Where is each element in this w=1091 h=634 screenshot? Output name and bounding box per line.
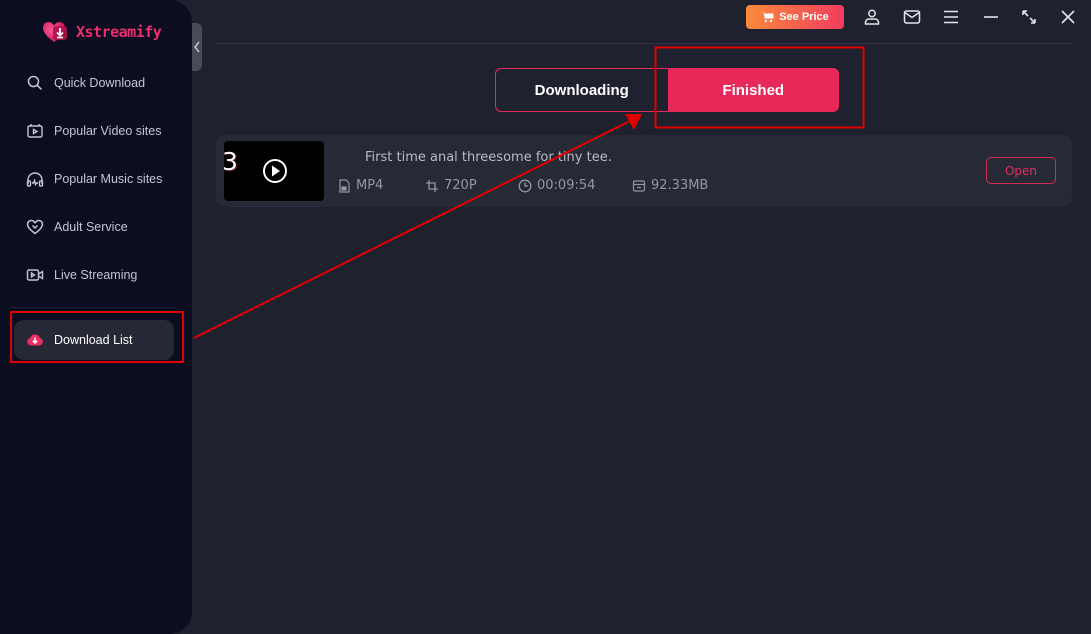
maximize-button[interactable] bbox=[1018, 6, 1040, 28]
size-value: 92.33MB bbox=[651, 178, 709, 193]
sidebar-item-label: Popular Video sites bbox=[54, 124, 162, 138]
menu-icon bbox=[944, 10, 958, 24]
open-button[interactable]: Open bbox=[986, 157, 1056, 184]
video-title: First time anal threesome for tiny tee. bbox=[365, 150, 612, 165]
sidebar-item-label: Quick Download bbox=[54, 76, 146, 90]
sidebar-item-live-streaming[interactable]: Live Streaming bbox=[14, 255, 174, 295]
account-button[interactable] bbox=[861, 6, 883, 28]
sidebar-item-label: Download List bbox=[54, 333, 133, 347]
cart-icon bbox=[761, 12, 774, 23]
sidebar-item-label: Popular Music sites bbox=[54, 172, 163, 186]
duration-info: 00:09:54 bbox=[518, 178, 595, 193]
mail-icon bbox=[903, 10, 921, 24]
resolution-value: 720P bbox=[444, 178, 477, 193]
tab-finished[interactable]: Finished bbox=[667, 68, 839, 112]
app-name: Xstreamify bbox=[76, 23, 162, 41]
file-icon bbox=[339, 178, 350, 193]
close-button[interactable] bbox=[1057, 6, 1079, 28]
headphones-icon bbox=[26, 172, 44, 187]
search-icon bbox=[27, 75, 43, 91]
minimize-icon bbox=[984, 16, 998, 18]
video-site-icon bbox=[27, 124, 43, 138]
format-info: MP4 bbox=[337, 178, 383, 193]
chevron-left-icon bbox=[194, 41, 200, 53]
sidebar-item-adult-service[interactable]: Adult Service bbox=[14, 207, 174, 247]
sidebar-divider bbox=[12, 307, 176, 308]
app-logo: Xstreamify bbox=[42, 18, 162, 46]
sidebar: Xstreamify Quick Download Popular Video … bbox=[0, 0, 192, 634]
sidebar-item-download-list[interactable]: Download List bbox=[14, 320, 174, 360]
logo-heart-icon bbox=[43, 22, 67, 42]
download-list-item: 3 First time anal threesome for tiny tee… bbox=[216, 135, 1072, 207]
maximize-icon bbox=[1022, 10, 1036, 24]
account-icon bbox=[864, 9, 880, 25]
video-thumbnail[interactable]: 3 bbox=[224, 141, 324, 201]
sidebar-item-label: Adult Service bbox=[54, 220, 128, 234]
size-info: 92.33MB bbox=[632, 178, 708, 193]
live-camera-icon bbox=[26, 269, 44, 281]
heart-icon bbox=[26, 219, 44, 235]
menu-button[interactable] bbox=[940, 6, 962, 28]
sidebar-item-label: Live Streaming bbox=[54, 268, 138, 282]
sidebar-item-quick-download[interactable]: Quick Download bbox=[14, 63, 174, 103]
clock-icon bbox=[518, 179, 532, 192]
close-icon bbox=[1061, 10, 1075, 24]
sidebar-collapse-button[interactable] bbox=[192, 23, 202, 71]
topbar-divider bbox=[216, 43, 1072, 44]
storage-box-icon bbox=[632, 179, 646, 192]
download-tabs: Downloading Finished bbox=[495, 68, 839, 112]
sidebar-item-popular-video-sites[interactable]: Popular Video sites bbox=[14, 111, 174, 151]
sidebar-item-popular-music-sites[interactable]: Popular Music sites bbox=[14, 159, 174, 199]
resolution-info: 720P bbox=[425, 178, 477, 193]
see-price-button[interactable]: See Price bbox=[746, 5, 844, 29]
annotation-arrow-head bbox=[625, 114, 642, 130]
duration-value: 00:09:54 bbox=[537, 178, 596, 193]
format-value: MP4 bbox=[356, 178, 384, 193]
crop-icon bbox=[426, 179, 438, 192]
mail-button[interactable] bbox=[901, 6, 923, 28]
cloud-download-icon bbox=[27, 334, 43, 346]
play-icon[interactable] bbox=[262, 158, 288, 184]
see-price-label: See Price bbox=[779, 11, 829, 23]
thumbnail-text: 3 bbox=[224, 147, 238, 176]
minimize-button[interactable] bbox=[980, 6, 1002, 28]
tab-downloading[interactable]: Downloading bbox=[495, 68, 668, 112]
